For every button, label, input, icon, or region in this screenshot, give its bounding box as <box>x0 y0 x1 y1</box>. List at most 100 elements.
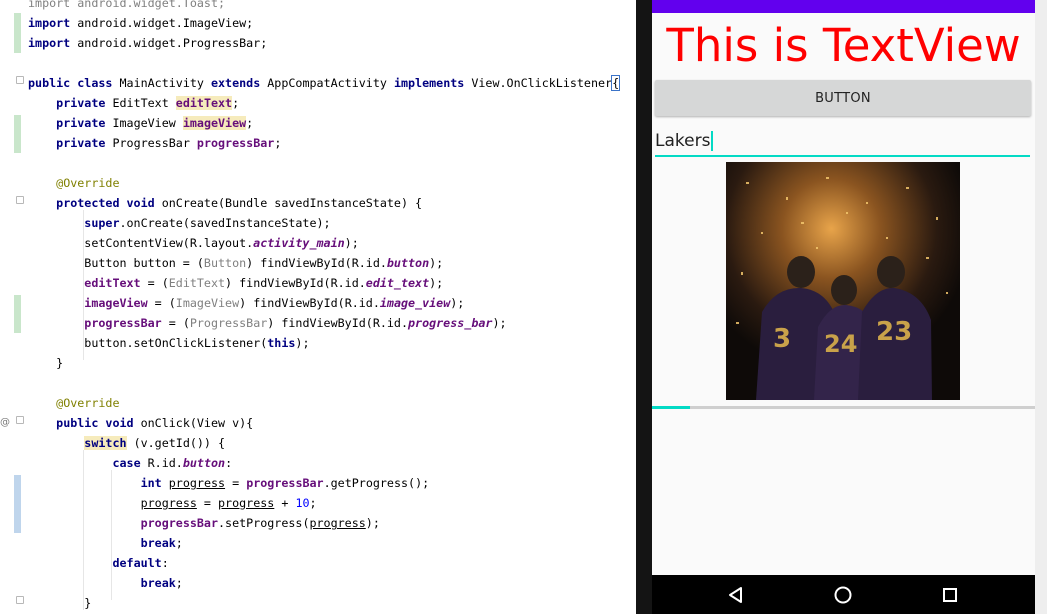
code-line[interactable]: } <box>28 353 63 373</box>
back-icon[interactable] <box>725 584 747 606</box>
code-line[interactable]: public void onClick(View v){ <box>28 413 253 433</box>
fold-icon[interactable] <box>16 196 24 204</box>
code-line[interactable]: import android.widget.Toast; <box>28 0 225 13</box>
code-line[interactable]: public class MainActivity extends AppCom… <box>28 73 621 93</box>
progress-bar-fill <box>652 406 691 409</box>
code-line[interactable]: case R.id.button: <box>28 453 232 473</box>
code-token: public void <box>56 416 134 430</box>
code-editor[interactable]: @ import android.widget.Toast; import and… <box>0 0 636 614</box>
change-marker <box>14 295 21 333</box>
code-token: progress <box>218 496 275 510</box>
code-line[interactable]: super.onCreate(savedInstanceState); <box>28 213 330 233</box>
fold-icon[interactable] <box>16 76 24 84</box>
code-line[interactable]: editText = (EditText) findViewById(R.id.… <box>28 273 443 293</box>
emulator-frame-left <box>636 0 652 614</box>
code-token: = <box>196 496 219 510</box>
progress-bar <box>652 406 1035 409</box>
code-token: import <box>28 16 71 30</box>
code-token: ) findViewById(R.id. <box>239 296 380 310</box>
code-token: edit_text <box>365 276 430 290</box>
code-token: = ( <box>147 296 176 310</box>
override-gutter-icon[interactable]: @ <box>0 417 10 428</box>
code-line[interactable]: imageView = (ImageView) findViewById(R.i… <box>28 293 464 313</box>
text-caret <box>711 131 713 151</box>
code-token: ; <box>175 576 183 590</box>
code-token: ) findViewById(R.id. <box>225 276 366 290</box>
code-line[interactable]: default: <box>28 553 168 573</box>
code-token: Button <box>203 256 247 270</box>
change-marker <box>14 475 21 533</box>
code-token: ; <box>274 136 282 150</box>
image-view: 3 24 23 <box>726 162 960 400</box>
code-line[interactable]: private ProgressBar progressBar; <box>28 133 281 153</box>
code-line[interactable]: button.setOnClickListener(this); <box>28 333 309 353</box>
fold-icon[interactable] <box>16 596 24 604</box>
code-line[interactable]: import android.widget.ImageView; <box>28 13 253 33</box>
indent-guide <box>83 210 84 360</box>
fold-icon[interactable] <box>16 416 24 424</box>
code-line[interactable]: } <box>28 593 91 613</box>
recents-icon[interactable] <box>939 584 961 606</box>
code-line[interactable]: break; <box>28 573 183 593</box>
code-token: ; <box>309 496 317 510</box>
code-line[interactable]: break; <box>28 533 183 553</box>
code-token: ); <box>295 336 310 350</box>
code-token: progressBar <box>196 136 275 150</box>
code-token: editText <box>175 96 233 110</box>
code-token: progress <box>168 476 226 490</box>
code-token: activity_main <box>253 236 345 250</box>
code-line[interactable]: @Override <box>28 173 120 193</box>
code-line[interactable]: progressBar = (ProgressBar) findViewById… <box>28 313 506 333</box>
code-token: int <box>140 476 162 490</box>
code-token: onClick(View v){ <box>133 416 254 430</box>
code-token: ProgressBar <box>189 316 268 330</box>
code-token: @Override <box>56 176 120 190</box>
code-line[interactable]: progressBar.setProgress(progress); <box>28 513 380 533</box>
code-token: public class <box>28 76 113 90</box>
code-token: progress <box>140 496 197 510</box>
code-line[interactable]: protected void onCreate(Bundle savedInst… <box>28 193 422 213</box>
home-icon[interactable] <box>832 584 854 606</box>
code-token: { <box>611 75 621 91</box>
code-token: import <box>28 36 71 50</box>
code-token: AppCompatActivity <box>260 76 394 90</box>
change-marker <box>14 13 21 53</box>
code-line[interactable]: setContentView(R.layout.activity_main); <box>28 233 359 253</box>
code-line[interactable]: private EditText editText; <box>28 93 239 113</box>
code-line[interactable]: @Override <box>28 393 119 413</box>
code-token: editText <box>84 276 141 290</box>
code-token: imageView <box>84 296 148 310</box>
code-token: = <box>225 476 247 490</box>
code-line[interactable]: private ImageView imageView; <box>28 113 253 133</box>
code-token: button <box>182 456 226 470</box>
code-line[interactable]: Button button = (Button) findViewById(R.… <box>28 253 443 273</box>
code-token: progress <box>309 516 366 530</box>
code-token: import android.widget.Toast; <box>28 0 226 10</box>
code-token: ); <box>344 236 359 250</box>
code-line[interactable]: int progress = progressBar.getProgress()… <box>28 473 430 493</box>
code-token: = ( <box>161 316 190 330</box>
code-line[interactable]: switch (v.getId()) { <box>28 433 225 453</box>
edit-text-field[interactable]: Lakers <box>655 127 1030 157</box>
main-button[interactable]: BUTTON <box>655 80 1031 116</box>
code-token: extends <box>210 76 261 90</box>
code-token: ; <box>246 116 254 130</box>
code-token: .getProgress(); <box>323 476 430 490</box>
code-line[interactable]: progress = progress + 10; <box>28 493 317 513</box>
code-token: ); <box>429 276 444 290</box>
code-token: ); <box>429 256 444 270</box>
code-token: super <box>84 216 120 230</box>
code-token: MainActivity <box>112 76 211 90</box>
code-token: ); <box>450 296 465 310</box>
code-token: ) findViewById(R.id. <box>267 316 408 330</box>
code-line[interactable]: import android.widget.ProgressBar; <box>28 33 267 53</box>
emulator-frame-right <box>1035 0 1047 614</box>
